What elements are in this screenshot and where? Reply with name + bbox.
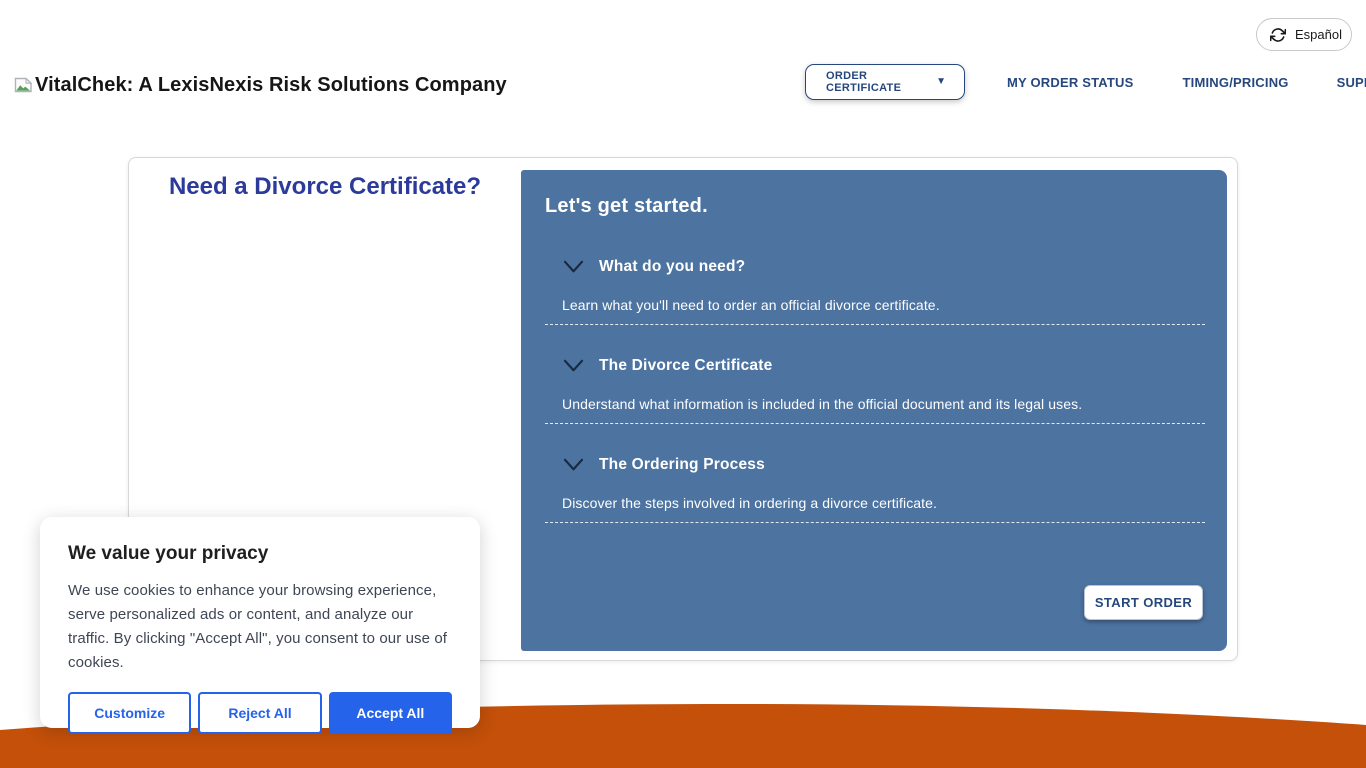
accordion-header[interactable]: The Ordering Process bbox=[545, 456, 1205, 474]
accordion-list: What do you need? Learn what you'll need… bbox=[545, 258, 1205, 523]
accordion-section-ordering-process: The Ordering Process Discover the steps … bbox=[545, 456, 1205, 523]
chevron-down-icon bbox=[562, 358, 585, 375]
accordion-header[interactable]: The Divorce Certificate bbox=[545, 357, 1205, 375]
accordion-description: Understand what information is included … bbox=[545, 396, 1205, 412]
accordion-section-what-you-need: What do you need? Learn what you'll need… bbox=[545, 258, 1205, 325]
start-order-button[interactable]: START ORDER bbox=[1084, 585, 1203, 620]
refresh-icon bbox=[1270, 27, 1286, 43]
order-certificate-dropdown[interactable]: ORDER CERTIFICATE ▼ bbox=[805, 64, 965, 100]
accordion-section-divorce-certificate: The Divorce Certificate Understand what … bbox=[545, 357, 1205, 424]
customize-button[interactable]: Customize bbox=[68, 692, 191, 734]
logo-alt-text: VitalChek: A LexisNexis Risk Solutions C… bbox=[35, 74, 507, 97]
accordion-description: Discover the steps involved in ordering … bbox=[545, 495, 1205, 511]
dashed-divider bbox=[545, 324, 1205, 325]
get-started-panel: Let's get started. What do you need? Lea… bbox=[521, 170, 1227, 651]
cookie-button-row: Customize Reject All Accept All bbox=[68, 692, 452, 734]
order-certificate-label: ORDER CERTIFICATE bbox=[826, 70, 936, 94]
accordion-title: The Ordering Process bbox=[599, 456, 765, 474]
dashed-divider bbox=[545, 522, 1205, 523]
broken-image-icon bbox=[14, 77, 33, 93]
language-toggle-button[interactable]: Español bbox=[1256, 18, 1352, 51]
page: Español VitalChek: A LexisNexis Risk Sol… bbox=[0, 0, 1366, 768]
nav-my-order-status[interactable]: MY ORDER STATUS bbox=[1007, 75, 1134, 90]
reject-all-button[interactable]: Reject All bbox=[198, 692, 321, 734]
page-title: Need a Divorce Certificate? bbox=[129, 173, 521, 201]
cookie-title: We value your privacy bbox=[68, 543, 452, 565]
nav-timing-pricing[interactable]: TIMING/PRICING bbox=[1183, 75, 1289, 90]
site-logo[interactable]: VitalChek: A LexisNexis Risk Solutions C… bbox=[14, 74, 507, 97]
chevron-down-icon bbox=[562, 259, 585, 276]
dashed-divider bbox=[545, 423, 1205, 424]
panel-title: Let's get started. bbox=[545, 195, 708, 218]
language-label: Español bbox=[1295, 27, 1342, 42]
chevron-down-caret: ▼ bbox=[936, 77, 946, 87]
main-nav: ORDER CERTIFICATE ▼ MY ORDER STATUS TIMI… bbox=[805, 64, 1366, 100]
accordion-title: The Divorce Certificate bbox=[599, 357, 772, 375]
accept-all-button[interactable]: Accept All bbox=[329, 692, 452, 734]
chevron-down-icon bbox=[562, 457, 585, 474]
accordion-title: What do you need? bbox=[599, 258, 745, 276]
accordion-description: Learn what you'll need to order an offic… bbox=[545, 297, 1205, 313]
nav-support[interactable]: SUPPORT bbox=[1337, 75, 1366, 90]
cookie-consent-dialog: We value your privacy We use cookies to … bbox=[40, 517, 480, 728]
accordion-header[interactable]: What do you need? bbox=[545, 258, 1205, 276]
cookie-message: We use cookies to enhance your browsing … bbox=[68, 579, 452, 675]
